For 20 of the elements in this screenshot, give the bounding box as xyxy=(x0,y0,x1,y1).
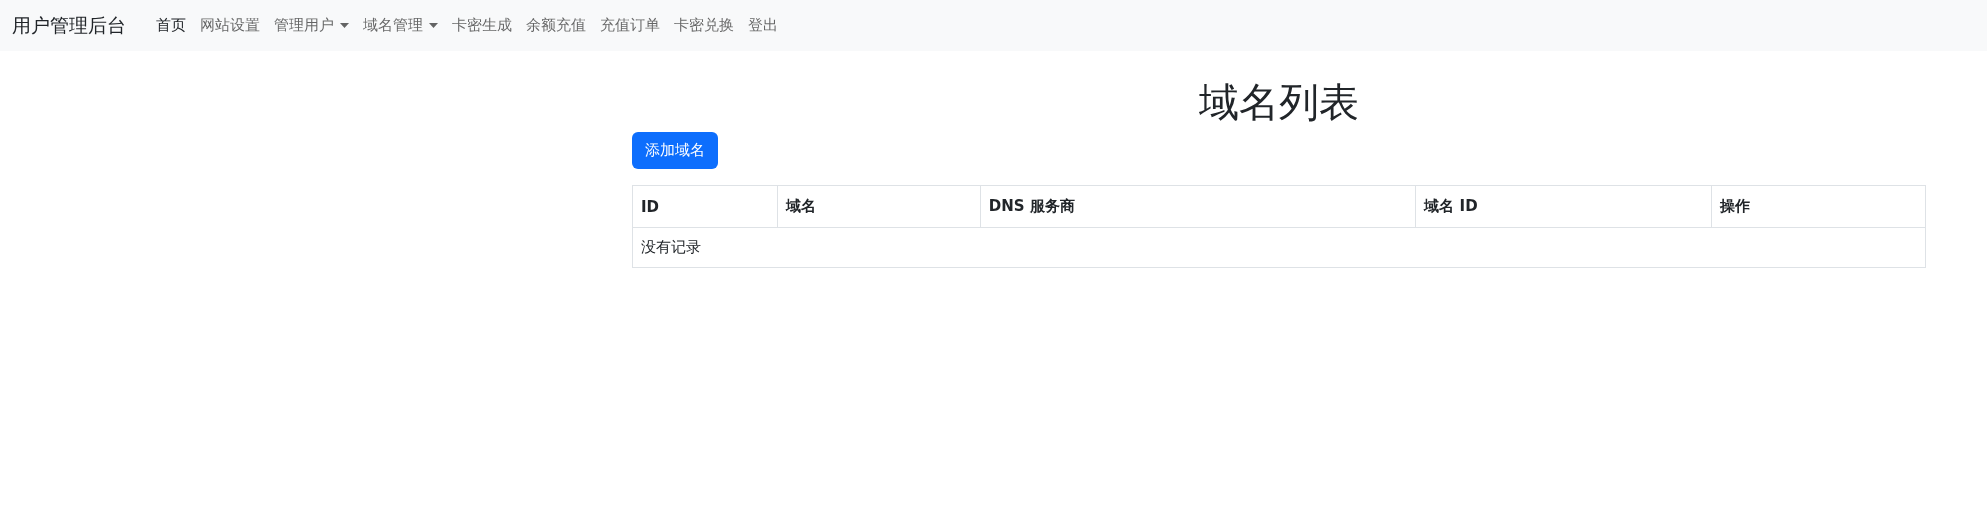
nav-link[interactable]: 卡密兑换 xyxy=(668,8,740,43)
nav-link[interactable]: 网站设置 xyxy=(194,8,266,43)
nav-link[interactable]: 管理用户 xyxy=(268,8,355,43)
column-header: 域名 xyxy=(777,185,981,228)
column-header: 操作 xyxy=(1711,185,1926,228)
page-title: 域名列表 xyxy=(1198,78,1360,126)
nav-link[interactable]: 余额充值 xyxy=(520,8,592,43)
column-header: 域名 ID xyxy=(1415,185,1712,228)
brand[interactable]: 用户管理后台 xyxy=(12,12,126,39)
nav-link[interactable]: 卡密生成 xyxy=(446,8,518,43)
column-header: ID xyxy=(632,185,778,228)
column-header: DNS 服务商 xyxy=(980,185,1416,228)
nav-link[interactable]: 充值订单 xyxy=(594,8,666,43)
caret-icon xyxy=(429,23,438,28)
nav-link[interactable]: 域名管理 xyxy=(357,8,444,43)
nav-link[interactable]: 登出 xyxy=(742,8,784,43)
add-domain-button[interactable]: 添加域名 xyxy=(632,132,718,169)
empty-message: 没有记录 xyxy=(632,227,1926,268)
nav-link[interactable]: 首页 xyxy=(150,8,192,43)
caret-icon xyxy=(340,23,349,28)
